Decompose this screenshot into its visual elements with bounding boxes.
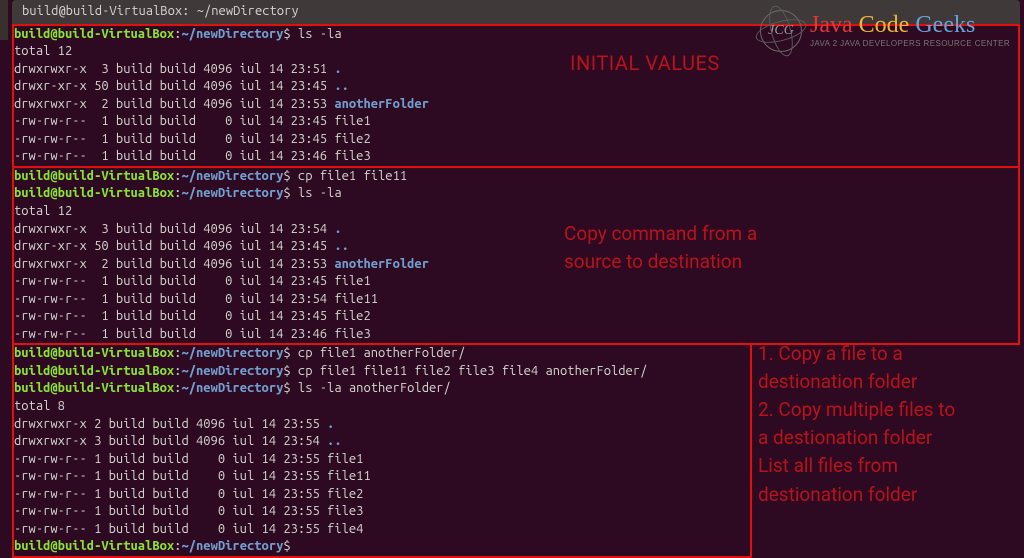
output-row: -rw-rw-r-- 1 build build 0 iul 14 23:55 … — [14, 503, 750, 521]
dir-dot: . — [334, 62, 341, 76]
output-row: drwxrwxr-x 2 build build 4096 iul 14 23:… — [14, 416, 750, 434]
output-row: -rw-rw-r-- 1 build build 0 iul 14 23:55 … — [14, 468, 750, 486]
launcher-strip — [0, 0, 8, 520]
output-total: total 8 — [14, 398, 750, 416]
annotation-copy: Copy command from a source to destinatio… — [564, 220, 757, 275]
output-total: total 12 — [14, 203, 1018, 221]
output-row: drwxrwxr-x 3 build build 4096 iul 14 23:… — [14, 433, 750, 451]
cursor[interactable] — [291, 539, 298, 553]
prompt-user: build@build-VirtualBox — [14, 27, 174, 41]
output-row: drwxrwxr-x 3 build build 4096 iul 14 23:… — [14, 61, 1018, 79]
output-row: drwxr-xr-x 50 build build 4096 iul 14 23… — [14, 78, 1018, 96]
output-row: -rw-rw-r-- 1 build build 0 iul 14 23:45 … — [14, 113, 1018, 131]
output-row: drwxrwxr-x 2 build build 4096 iul 14 23:… — [14, 256, 1018, 274]
prompt-dollar: $ — [283, 27, 290, 41]
output-row: -rw-rw-r-- 1 build build 0 iul 14 23:45 … — [14, 273, 1018, 291]
output-row: drwxr-xr-x 50 build build 4096 iul 14 23… — [14, 238, 1018, 256]
output-row: -rw-rw-r-- 1 build build 0 iul 14 23:54 … — [14, 291, 1018, 309]
command-text: cp file1 anotherFolder/ — [291, 346, 466, 360]
dir-dotdot: .. — [334, 79, 349, 93]
prompt-line[interactable]: build@build-VirtualBox:~/newDirectory$ c… — [14, 363, 750, 381]
output-row: -rw-rw-r-- 1 build build 0 iul 14 23:46 … — [14, 148, 1018, 166]
output-row: drwxrwxr-x 3 build build 4096 iul 14 23:… — [14, 221, 1018, 239]
output-row: -rw-rw-r-- 1 build build 0 iul 14 23:45 … — [14, 308, 1018, 326]
prompt-line[interactable]: build@build-VirtualBox:~/newDirectory$ l… — [14, 185, 1018, 203]
logo-wordmark: Java Code Geeks — [810, 13, 1010, 37]
annotation-steps: 1. Copy a file to a destionation folder … — [758, 340, 955, 509]
output-row: -rw-rw-r-- 1 build build 0 iul 14 23:55 … — [14, 486, 750, 504]
prompt-line[interactable]: build@build-VirtualBox:~/newDirectory$ — [14, 538, 750, 556]
output-row: -rw-rw-r-- 1 build build 0 iul 14 23:55 … — [14, 451, 750, 469]
dir-anotherfolder: anotherFolder — [334, 97, 429, 111]
output-row: drwxrwxr-x 2 build build 4096 iul 14 23:… — [14, 96, 1018, 114]
prompt-line[interactable]: build@build-VirtualBox:~/newDirectory$ c… — [14, 345, 750, 363]
annotation-initial: INITIAL VALUES — [570, 50, 720, 77]
section-copy-single: build@build-VirtualBox:~/newDirectory$ c… — [12, 168, 1020, 345]
output-row: -rw-rw-r-- 1 build build 0 iul 14 23:55 … — [14, 521, 750, 539]
logo-tagline: JAVA 2 JAVA DEVELOPERS RESOURCE CENTER — [810, 39, 1010, 50]
command-text: ls -la anotherFolder/ — [291, 381, 451, 395]
prompt-line[interactable]: build@build-VirtualBox:~/newDirectory$ l… — [14, 380, 750, 398]
command-text: cp file1 file11 — [291, 169, 407, 183]
logo-badge-icon: JCG — [760, 10, 802, 52]
command-text: ls -la — [291, 186, 342, 200]
prompt-line[interactable]: build@build-VirtualBox:~/newDirectory$ c… — [14, 168, 1018, 186]
section-copy-multiple: build@build-VirtualBox:~/newDirectory$ c… — [12, 345, 752, 558]
command-text: cp file1 file11 file2 file3 file4 anothe… — [291, 364, 648, 378]
prompt-path: ~/newDirectory — [181, 27, 283, 41]
logo-javacodegeeks: JCG Java Code Geeks JAVA 2 JAVA DEVELOPE… — [760, 10, 1010, 52]
command-text: ls -la — [291, 27, 342, 41]
output-row: -rw-rw-r-- 1 build build 0 iul 14 23:45 … — [14, 131, 1018, 149]
